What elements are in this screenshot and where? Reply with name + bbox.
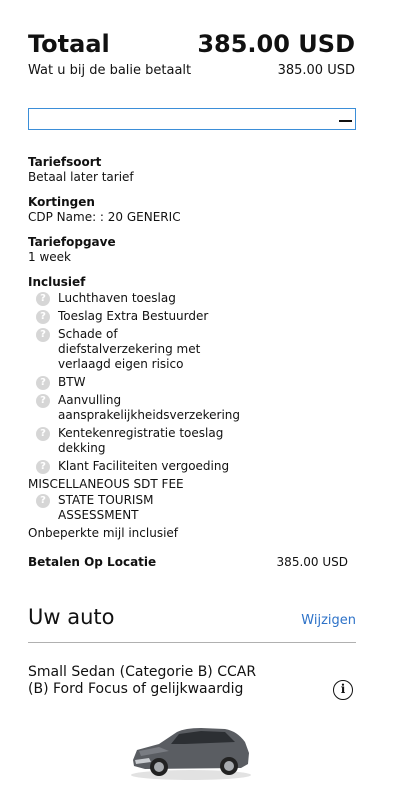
list-item: ? Aanvulling aansprakelijkheidsverzekerin… — [28, 393, 356, 423]
rate-details: Tariefsoort Betaal later tarief Kortinge… — [28, 155, 356, 570]
list-item: ? STATE TOURISM ASSESSMENT — [28, 493, 356, 523]
included-item-label: BTW — [58, 375, 86, 389]
included-item-label: Toeslag Extra Bestuurder — [58, 309, 209, 323]
divider — [28, 642, 356, 643]
counter-payment-label: Wat u bij de balie betaalt — [28, 63, 192, 78]
list-item: ? Schade of diefstalverzekering met verla… — [28, 327, 356, 372]
car-name: Small Sedan (Categorie B) CCAR (B) Ford … — [28, 664, 257, 697]
minus-icon[interactable] — [339, 120, 352, 122]
misc-fee-title: MISCELLANEOUS SDT FEE — [28, 477, 184, 491]
car-section-title: Uw auto — [28, 605, 115, 629]
discounts-value: CDP Name: : 20 GENERIC — [28, 210, 181, 224]
question-icon[interactable]: ? — [36, 394, 50, 408]
counter-payment-amount: 385.00 USD — [277, 63, 355, 78]
misc-fee-list: ? STATE TOURISM ASSESSMENT — [28, 493, 356, 523]
included-section: Inclusief ? Luchthaven toeslag ? Toeslag E… — [28, 275, 356, 541]
pay-at-location-label: Betalen Op Locatie — [28, 555, 157, 569]
car-image — [131, 728, 251, 780]
included-list: ? Luchthaven toeslag ? Toeslag Extra Bestu… — [28, 291, 356, 474]
list-item: ? Kentekenregistratie toeslag dekking — [28, 426, 356, 456]
list-item: ? Toeslag Extra Bestuurder — [28, 309, 356, 324]
question-icon[interactable]: ? — [36, 376, 50, 390]
question-icon[interactable]: ? — [36, 494, 50, 508]
discounts-title: Kortingen — [28, 195, 95, 209]
pay-at-location-row: Betalen Op Locatie 385.00 USD — [28, 555, 356, 570]
rate-statement-section: Tariefopgave 1 week — [28, 235, 356, 265]
included-item-label: Aanvulling aansprakelijkheidsverzekering — [58, 393, 241, 422]
question-icon[interactable]: ? — [36, 460, 50, 474]
question-icon[interactable]: ? — [36, 328, 50, 342]
included-item-label: Luchthaven toeslag — [58, 291, 176, 305]
counter-payment-row: Wat u bij de balie betaalt 385.00 USD — [28, 63, 355, 78]
info-icon[interactable]: i — [333, 680, 353, 700]
rate-type-value: Betaal later tarief — [28, 170, 134, 184]
pay-at-location-amount: 385.00 USD — [276, 555, 348, 569]
change-car-link[interactable]: Wijzigen — [301, 613, 356, 628]
question-icon[interactable]: ? — [36, 427, 50, 441]
list-item: ? Klant Faciliteiten vergoeding — [28, 459, 356, 474]
misc-item-label: STATE TOURISM ASSESSMENT — [58, 493, 154, 522]
rate-type-section: Tariefsoort Betaal later tarief — [28, 155, 356, 185]
included-title: Inclusief — [28, 275, 86, 289]
total-row: Totaal 385.00 USD — [28, 30, 355, 58]
rate-statement-title: Tariefopgave — [28, 235, 116, 249]
details-toggle[interactable] — [28, 108, 356, 130]
unlimited-mileage: Onbeperkte mijl inclusief — [28, 526, 179, 540]
rate-type-title: Tariefsoort — [28, 155, 102, 169]
total-amount: 385.00 USD — [197, 30, 355, 58]
included-item-label: Schade of diefstalverzekering met verlaa… — [58, 327, 201, 371]
car-section-header: Uw auto Wijzigen — [28, 605, 356, 629]
question-icon[interactable]: ? — [36, 292, 50, 306]
rate-statement-value: 1 week — [28, 250, 71, 264]
discounts-section: Kortingen CDP Name: : 20 GENERIC — [28, 195, 356, 225]
question-icon[interactable]: ? — [36, 310, 50, 324]
included-item-label: Klant Faciliteiten vergoeding — [58, 459, 230, 473]
list-item: ? Luchthaven toeslag — [28, 291, 356, 306]
list-item: ? BTW — [28, 375, 356, 390]
total-label: Totaal — [28, 30, 110, 58]
included-item-label: Kentekenregistratie toeslag dekking — [58, 426, 224, 455]
